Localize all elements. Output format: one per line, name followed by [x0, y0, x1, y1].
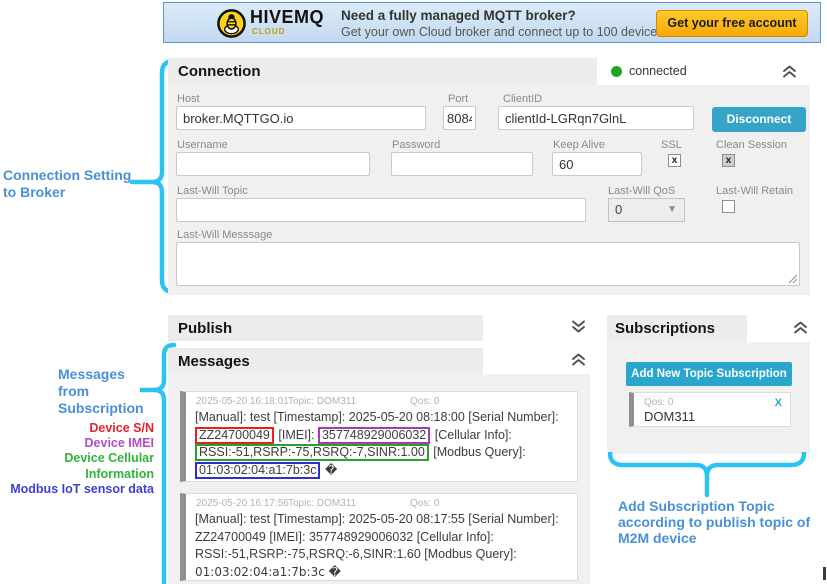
- banner-headline: Need a fully managed MQTT broker?: [341, 8, 576, 23]
- message-qos: Qos: 0: [410, 498, 439, 509]
- ssl-checkbox[interactable]: x: [668, 154, 681, 167]
- clean-session-label: Clean Session: [716, 139, 787, 151]
- remove-subscription-button[interactable]: X: [775, 397, 782, 409]
- connection-form: Host Port ClientID Disconnect Username P…: [168, 85, 810, 295]
- subscription-annotation: Add Subscription Topic according to publ…: [618, 498, 810, 546]
- lastwill-retain-label: Last-Will Retain: [716, 185, 793, 197]
- username-input[interactable]: [176, 152, 370, 176]
- subscriptions-panel: Add New Topic Subscription Qos: 0 DOM311…: [607, 342, 810, 454]
- password-input[interactable]: [391, 152, 533, 176]
- subscriptions-brace: [608, 452, 806, 498]
- host-label: Host: [177, 93, 200, 105]
- clientid-label: ClientID: [503, 93, 542, 105]
- subscriptions-header: Subscriptions: [607, 315, 747, 342]
- message-payload: [Manual]: test [Timestamp]: 2025-05-20 0…: [186, 511, 577, 581]
- collapse-connection-icon[interactable]: [781, 64, 798, 79]
- collapse-subscriptions-icon[interactable]: [792, 320, 809, 335]
- collapse-messages-icon[interactable]: [570, 352, 587, 367]
- status-dot-icon: [611, 66, 622, 77]
- subscriptions-title: Subscriptions: [607, 315, 747, 342]
- clientid-input[interactable]: [498, 106, 694, 130]
- connection-header: Connection connected: [168, 58, 810, 85]
- disconnect-button[interactable]: Disconnect: [712, 107, 806, 132]
- lastwill-message-label: Last-Will Messsage: [177, 229, 272, 241]
- device-imei-label: Device IMEI: [6, 436, 154, 451]
- lastwill-message-input[interactable]: [176, 242, 800, 286]
- lastwill-qos-select[interactable]: 0 ▼: [608, 198, 685, 222]
- device-sn-label: Device S/N: [6, 421, 154, 436]
- cellular-info-value: RSSI:-51,RSRP:-75,RSRQ:-7,SINR:1.00: [195, 444, 429, 461]
- ssl-label: SSL: [661, 139, 682, 151]
- message-qos: Qos: 0: [410, 396, 439, 407]
- publish-title: Publish: [168, 315, 483, 342]
- keepalive-label: Keep Alive: [553, 139, 605, 151]
- hivemq-websocket-client-page: HIVEMQ CLOUD Need a fully managed MQTT b…: [0, 0, 827, 584]
- message-card: 2025-05-20 16:17:56 Topic: DOM311 Qos: 0…: [180, 493, 578, 581]
- message-field-legend: Device S/N Device IMEI Device Cellular I…: [6, 421, 154, 497]
- keepalive-input[interactable]: [552, 152, 642, 176]
- connection-status-chip: connected: [597, 58, 810, 85]
- password-label: Password: [392, 139, 440, 151]
- brand-name: HIVEMQ: [250, 8, 324, 26]
- device-cellular-label: Device Cellular Information: [6, 451, 154, 481]
- port-input[interactable]: [443, 106, 476, 130]
- subscription-topic: DOM311: [644, 409, 695, 424]
- messages-list: 2025-05-20 16:18:01 Topic: DOM311 Qos: 0…: [168, 374, 590, 584]
- messages-header: Messages: [168, 348, 483, 374]
- serial-number-value: ZZ24700049: [195, 427, 274, 444]
- message-topic: Topic: DOM311: [288, 396, 356, 407]
- message-topic: Topic: DOM311: [288, 498, 356, 509]
- brand-subname: CLOUD: [252, 27, 285, 36]
- modbus-data-label: Modbus IoT sensor data: [6, 482, 154, 497]
- hivemq-cloud-banner: HIVEMQ CLOUD Need a fully managed MQTT b…: [163, 2, 821, 43]
- port-label: Port: [448, 93, 468, 105]
- username-label: Username: [177, 139, 228, 151]
- expand-publish-icon[interactable]: [570, 319, 587, 334]
- lastwill-qos-value: 0: [615, 202, 622, 217]
- chevron-down-icon: ▼: [667, 199, 677, 221]
- modbus-query-value: 01:03:02:04:a1:7b:3c: [195, 462, 320, 479]
- lastwill-retain-checkbox[interactable]: [722, 200, 735, 213]
- subscription-qos: Qos: 0: [644, 397, 673, 408]
- lastwill-qos-label: Last-Will QoS: [608, 185, 675, 197]
- messages-title: Messages: [168, 348, 483, 375]
- clean-session-checkbox[interactable]: x: [722, 154, 735, 167]
- connection-status-text: connected: [629, 64, 687, 78]
- banner-subline: Get your own Cloud broker and connect up…: [341, 25, 710, 39]
- connection-annotation: Connection Setting to Broker: [3, 167, 131, 201]
- lastwill-topic-label: Last-Will Topic: [177, 185, 248, 197]
- resize-grip-icon[interactable]: [788, 274, 798, 284]
- scrollbar-fragment[interactable]: [823, 567, 826, 580]
- message-time: 2025-05-20 16:17:56: [196, 498, 289, 509]
- imei-value: 357748929006032: [318, 427, 430, 444]
- replacement-char: �: [325, 463, 337, 477]
- hivemq-bee-logo-icon: [216, 8, 247, 39]
- message-payload: [Manual]: test [Timestamp]: 2025-05-20 0…: [186, 409, 577, 479]
- message-time: 2025-05-20 16:18:01: [196, 396, 289, 407]
- host-input[interactable]: [176, 106, 426, 130]
- get-free-account-button[interactable]: Get your free account: [656, 10, 808, 37]
- subscription-item: Qos: 0 DOM311 X: [629, 392, 791, 427]
- add-subscription-button[interactable]: Add New Topic Subscription: [626, 362, 792, 386]
- publish-header: Publish: [168, 315, 483, 341]
- lastwill-topic-input[interactable]: [176, 198, 586, 222]
- message-card: 2025-05-20 16:18:01 Topic: DOM311 Qos: 0…: [180, 391, 578, 482]
- messages-annotation: Messages from Subscription: [58, 366, 144, 417]
